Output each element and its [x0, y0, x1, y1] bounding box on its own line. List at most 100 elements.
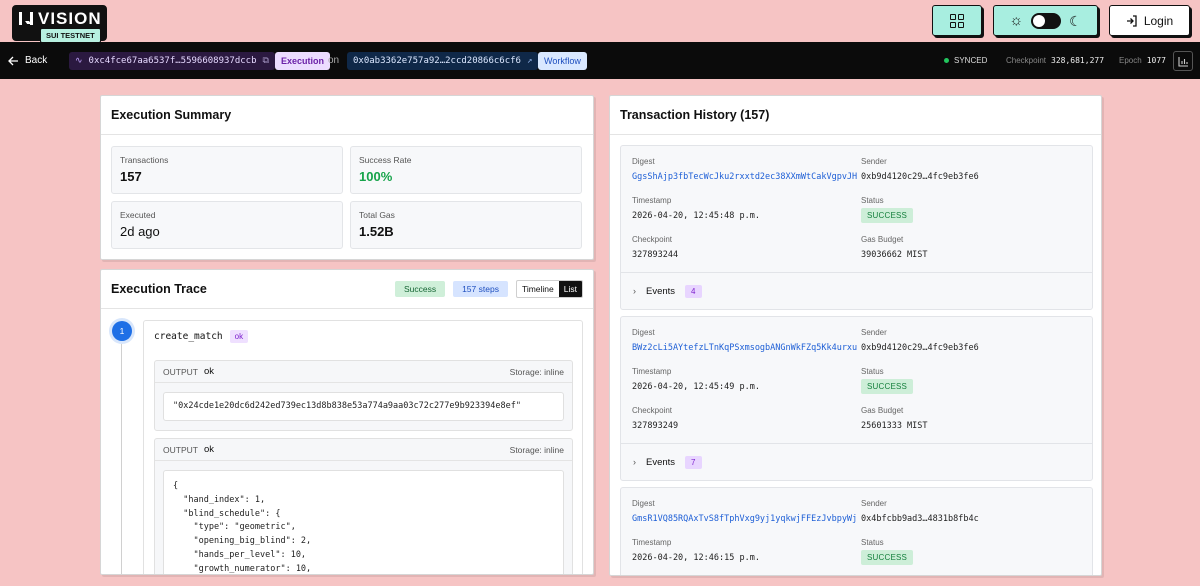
timestamp-value: 2026-04-20, 12:45:48 p.m.: [632, 211, 760, 221]
events-label: Events: [646, 285, 676, 297]
grid-icon: [950, 13, 964, 28]
field-label: Timestamp: [632, 367, 672, 376]
stat-executed: Executed 2d ago: [111, 201, 343, 249]
events-count: 4: [685, 284, 702, 298]
login-button[interactable]: Login: [1109, 5, 1190, 36]
stat-success-rate: Success Rate 100%: [350, 146, 582, 194]
timestamp-value: 2026-04-20, 12:45:49 p.m.: [632, 382, 760, 392]
theme-switch[interactable]: [1031, 12, 1062, 29]
epoch-label: Epoch: [1119, 56, 1142, 65]
logo-text: VISION: [38, 9, 102, 28]
view-list-button[interactable]: List: [558, 281, 582, 297]
apps-grid-button[interactable]: [932, 5, 982, 36]
stat-label: Transactions: [120, 155, 169, 165]
gas-budget-value: 25601333 MIST: [861, 421, 928, 431]
activity-icon: ∿: [75, 56, 83, 66]
field-label: Timestamp: [632, 196, 672, 205]
output-block: OUTPUT ok Storage: inline "0x24cde1e20dc…: [154, 360, 573, 431]
step-number: 1: [112, 321, 132, 341]
output-storage: Storage: inline: [509, 444, 564, 455]
logo-wordmark: VISION: [19, 9, 102, 29]
field-label: Status: [861, 367, 884, 376]
bar-chart-icon: [1177, 56, 1188, 67]
tx-timestamp: Timestamp 2026-04-20, 12:45:49 p.m.: [632, 367, 760, 392]
events-count: 7: [685, 455, 702, 469]
external-link-icon[interactable]: ↗: [527, 56, 532, 66]
arrow-left-icon: [8, 56, 18, 65]
checkpoint-label: Checkpoint: [1006, 56, 1047, 65]
output-label: OUTPUT: [163, 366, 198, 377]
output-code: { "hand_index": 1, "blind_schedule": { "…: [163, 470, 564, 574]
field-label: Digest: [632, 328, 655, 337]
checkpoint-value: 328,681,277: [1051, 56, 1105, 65]
stat-label: Total Gas: [359, 210, 395, 220]
stat-label: Executed: [120, 210, 156, 220]
workflow-address-chip[interactable]: 0x0ab3362e757a92…2ccd20866c6cf6 ↗: [347, 52, 539, 70]
trace-status-badge: Success: [394, 281, 446, 297]
field-label: Sender: [861, 328, 887, 337]
field-label: Gas Budget: [861, 406, 904, 415]
theme-toggle[interactable]: ☼ ☾: [993, 5, 1098, 36]
trace-header: Execution Trace Success 157 steps Timeli…: [101, 270, 593, 309]
tx-timestamp: Timestamp 2026-04-20, 12:45:48 p.m.: [632, 196, 760, 221]
sender-value: 0xb9d4120c29…4fc9eb3fe6: [861, 343, 979, 353]
digest-link[interactable]: GgsShAjp3fbTecWcJku2rxxtd2ec38XXmWtCakVg…: [632, 172, 857, 182]
chevron-right-icon: ›: [633, 457, 636, 467]
sync-status: SYNCED: [944, 42, 987, 79]
workflow-address: 0x0ab3362e757a92…2ccd20866c6cf6: [353, 56, 521, 66]
tx-digest: Digest GmsR1VQ85RQAxTvS8fTphVxg9yj1yqkwj…: [632, 499, 857, 524]
login-label: Login: [1143, 13, 1174, 28]
stat-value: 2d ago: [120, 224, 160, 239]
stat-label: Success Rate: [359, 155, 412, 165]
step-card: create_match ok OUTPUT ok Storage: inlin…: [143, 320, 583, 574]
status-badge: SUCCESS: [861, 379, 914, 394]
checkpoint-value: 327893249: [632, 421, 679, 431]
view-mode-toggle: Timeline List: [515, 280, 583, 298]
transaction-card: Digest GgsShAjp3fbTecWcJku2rxxtd2ec38XXm…: [620, 145, 1093, 310]
tx-status: Status SUCCESS: [861, 538, 914, 565]
field-label: Status: [861, 538, 884, 547]
transaction-card: Digest BWz2cLi5AYtefzLTnKqPSxmsogbANGnWk…: [620, 316, 1093, 481]
execution-summary-panel: Execution Summary Transactions 157 Succe…: [100, 95, 594, 260]
execution-address-chip[interactable]: ∿ 0xc4fce67aa6537f…5596608937dccb ⧉: [69, 52, 275, 70]
digest-link[interactable]: GmsR1VQ85RQAxTvS8fTphVxg9yj1yqkwjFFEzJvb…: [632, 514, 857, 524]
on-text: on: [328, 55, 340, 66]
top-header: VISION SUI TESTNET ☼ ☾ Login: [0, 0, 1200, 43]
transaction-card: Digest GmsR1VQ85RQAxTvS8fTphVxg9yj1yqkwj…: [620, 487, 1093, 575]
events-toggle[interactable]: › Events 4: [621, 272, 1092, 309]
status-badge: SUCCESS: [861, 208, 914, 223]
execution-address: 0xc4fce67aa6537f…5596608937dccb: [88, 56, 257, 66]
stats-chart-button[interactable]: [1173, 51, 1193, 71]
execution-trace-panel: Execution Trace Success 157 steps Timeli…: [100, 269, 594, 575]
field-label: Digest: [632, 157, 655, 166]
gas-budget-value: 39036662 MIST: [861, 250, 928, 260]
tx-sender: Sender 0xb9d4120c29…4fc9eb3fe6: [861, 157, 979, 182]
sun-icon: ☼: [1009, 12, 1024, 29]
checkpoint-indicator: Checkpoint 328,681,277: [1006, 42, 1104, 79]
output-status: ok: [203, 444, 214, 455]
sender-value: 0xb9d4120c29…4fc9eb3fe6: [861, 172, 979, 182]
output-block: OUTPUT ok Storage: inline { "hand_index"…: [154, 438, 573, 574]
tx-gas-budget: Gas Budget 39036662 MIST: [861, 235, 928, 260]
copy-icon[interactable]: ⧉: [263, 56, 269, 66]
transaction-history-panel: Transaction History (157) Digest GgsShAj…: [609, 95, 1102, 576]
step-status-badge: ok: [229, 330, 249, 343]
login-icon: [1126, 14, 1137, 27]
back-button[interactable]: Back: [8, 42, 47, 79]
workflow-tag: Workflow: [538, 52, 587, 70]
stat-value: 1.52B: [359, 224, 394, 239]
view-timeline-button[interactable]: Timeline: [517, 281, 559, 297]
tx-checkpoint: Checkpoint 327893249: [632, 406, 678, 431]
step-function-name: create_match: [154, 331, 223, 342]
tx-digest: Digest BWz2cLi5AYtefzLTnKqPSxmsogbANGnWk…: [632, 328, 857, 353]
digest-link[interactable]: BWz2cLi5AYtefzLTnKqPSxmsogbANGnWkFZq5Kk4…: [632, 343, 857, 353]
stat-transactions: Transactions 157: [111, 146, 343, 194]
tx-gas-budget: Gas Budget 25601333 MIST: [861, 406, 928, 431]
execution-tag: Execution: [275, 52, 331, 70]
trace-title: Execution Trace: [111, 282, 207, 296]
events-toggle[interactable]: › Events 7: [621, 443, 1092, 480]
field-label: Sender: [861, 499, 887, 508]
field-label: Gas Budget: [861, 235, 904, 244]
timestamp-value: 2026-04-20, 12:46:15 p.m.: [632, 553, 760, 563]
trace-steps-badge: 157 steps: [453, 281, 508, 297]
